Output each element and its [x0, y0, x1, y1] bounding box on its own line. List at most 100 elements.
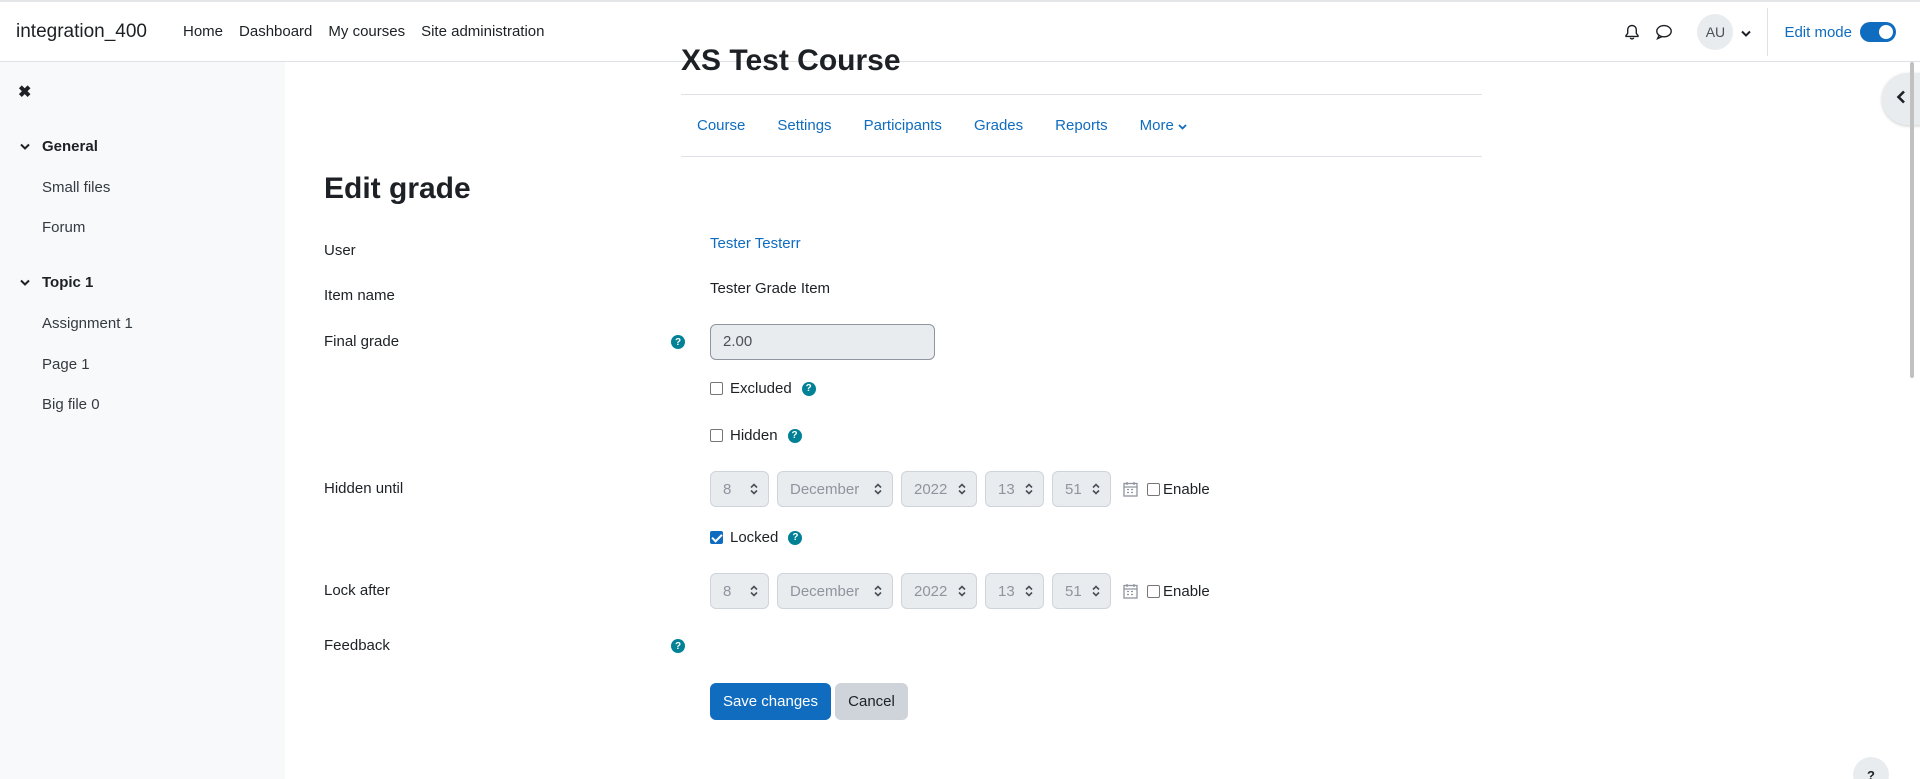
drawer-item-assignment-1[interactable]: Assignment 1: [42, 315, 133, 332]
hour-select[interactable]: 13: [985, 573, 1044, 609]
checkbox[interactable]: [710, 429, 723, 442]
minute-value: 51: [1065, 480, 1082, 498]
help-icon[interactable]: ?: [787, 428, 802, 443]
user-link[interactable]: Tester Testerr: [710, 235, 801, 252]
tab-grades[interactable]: Grades: [974, 117, 1023, 134]
day-select[interactable]: 8: [710, 471, 769, 507]
month-value: December: [790, 480, 860, 498]
enable-label: Enable: [1163, 480, 1210, 498]
section-title: General: [42, 138, 98, 155]
final-grade-input[interactable]: 2.00: [710, 324, 935, 360]
month-select[interactable]: December: [777, 471, 893, 507]
tab-reports[interactable]: Reports: [1055, 117, 1108, 134]
minute-select[interactable]: 51: [1052, 471, 1111, 507]
cancel-button[interactable]: Cancel: [835, 683, 908, 720]
month-select[interactable]: December: [777, 573, 893, 609]
save-changes-button[interactable]: Save changes: [710, 683, 831, 720]
user-avatar[interactable]: AU: [1697, 14, 1734, 50]
bell-icon[interactable]: [1621, 21, 1643, 43]
sort-arrows-icon: [1025, 585, 1033, 597]
year-value: 2022: [914, 582, 948, 600]
help-button[interactable]: ?: [1853, 757, 1889, 779]
sort-arrows-icon: [958, 585, 966, 597]
hidden-label: Hidden: [730, 427, 778, 444]
course-secondary-nav: Course Settings Participants Grades Repo…: [681, 95, 1482, 157]
locked-label: Locked: [730, 529, 779, 546]
hidden-until-date-selector: 8 December 2022 13 51 Enable: [710, 471, 1210, 507]
minute-value: 51: [1065, 582, 1082, 600]
help-icon[interactable]: ?: [671, 335, 685, 349]
sort-arrows-icon: [750, 483, 758, 495]
hidden-until-label: Hidden until: [324, 480, 404, 497]
chevron-down-icon[interactable]: [20, 279, 30, 286]
drawer-item-big-file-0[interactable]: Big file 0: [42, 396, 100, 413]
tab-more[interactable]: More: [1140, 117, 1187, 134]
sort-arrows-icon: [874, 483, 882, 495]
year-select[interactable]: 2022: [901, 573, 977, 609]
excluded-label: Excluded: [730, 380, 792, 397]
tab-settings[interactable]: Settings: [777, 117, 831, 134]
tab-participants[interactable]: Participants: [864, 117, 942, 134]
hour-select[interactable]: 13: [985, 471, 1044, 507]
page-title: Edit grade: [324, 172, 471, 205]
chevron-down-icon[interactable]: [20, 143, 30, 150]
section-topic-1[interactable]: Topic 1: [20, 274, 93, 291]
help-icon[interactable]: ?: [671, 639, 685, 653]
lock-after-enable[interactable]: Enable: [1147, 583, 1210, 600]
hidden-checkbox[interactable]: Hidden ?: [710, 427, 802, 444]
drawer-item-forum[interactable]: Forum: [42, 219, 85, 236]
sort-arrows-icon: [1092, 483, 1100, 495]
site-brand[interactable]: integration_400: [16, 21, 147, 43]
day-select[interactable]: 8: [710, 573, 769, 609]
minute-select[interactable]: 51: [1052, 573, 1111, 609]
calendar-icon[interactable]: [1121, 582, 1139, 600]
checkbox[interactable]: [1147, 482, 1160, 496]
checkbox[interactable]: [710, 382, 723, 395]
top-navbar: integration_400 Home Dashboard My course…: [0, 0, 1920, 62]
locked-checkbox[interactable]: Locked ?: [710, 529, 803, 546]
help-icon[interactable]: ?: [801, 381, 816, 396]
checkbox[interactable]: [710, 531, 723, 544]
nav-home[interactable]: Home: [183, 23, 223, 40]
month-value: December: [790, 582, 860, 600]
hour-value: 13: [998, 480, 1015, 498]
edit-mode-toggle[interactable]: [1860, 22, 1896, 42]
help-icon[interactable]: ?: [788, 530, 803, 545]
final-grade-label: Final grade: [324, 333, 400, 350]
checkbox[interactable]: [1147, 584, 1160, 598]
sort-arrows-icon: [1025, 483, 1033, 495]
sort-arrows-icon: [750, 585, 758, 597]
nav-dashboard[interactable]: Dashboard: [239, 23, 312, 40]
open-block-drawer-button[interactable]: [1882, 73, 1920, 125]
course-title: XS Test Course: [681, 44, 901, 77]
lock-after-date-selector: 8 December 2022 13 51 Enable: [710, 573, 1210, 609]
drawer-item-page-1[interactable]: Page 1: [42, 356, 90, 373]
close-icon[interactable]: ✖: [18, 82, 31, 102]
page-scrollbar[interactable]: [1910, 62, 1914, 378]
tab-course[interactable]: Course: [697, 117, 745, 134]
edit-mode-label[interactable]: Edit mode: [1784, 24, 1852, 41]
day-value: 8: [723, 480, 732, 498]
sort-arrows-icon: [1092, 585, 1100, 597]
chevron-left-icon: [1896, 90, 1906, 108]
chevron-down-icon: [1178, 117, 1187, 134]
day-value: 8: [723, 582, 732, 600]
drawer-item-small-files[interactable]: Small files: [42, 179, 110, 196]
navbar-right: AU Edit mode: [1621, 2, 1920, 62]
item-name-value: Tester Grade Item: [710, 280, 831, 297]
chevron-down-icon[interactable]: [1741, 24, 1752, 41]
message-icon[interactable]: [1653, 21, 1675, 43]
excluded-checkbox[interactable]: Excluded ?: [710, 380, 816, 397]
section-general[interactable]: General: [20, 138, 98, 155]
tab-more-label: More: [1139, 117, 1174, 134]
sort-arrows-icon: [874, 585, 882, 597]
nav-site-administration[interactable]: Site administration: [421, 23, 544, 40]
hour-value: 13: [998, 582, 1015, 600]
feedback-label: Feedback: [324, 637, 390, 654]
calendar-icon[interactable]: [1121, 480, 1139, 498]
nav-my-courses[interactable]: My courses: [328, 23, 405, 40]
user-label: User: [324, 242, 356, 259]
item-name-label: Item name: [324, 287, 395, 304]
hidden-until-enable[interactable]: Enable: [1147, 481, 1210, 498]
year-select[interactable]: 2022: [901, 471, 977, 507]
